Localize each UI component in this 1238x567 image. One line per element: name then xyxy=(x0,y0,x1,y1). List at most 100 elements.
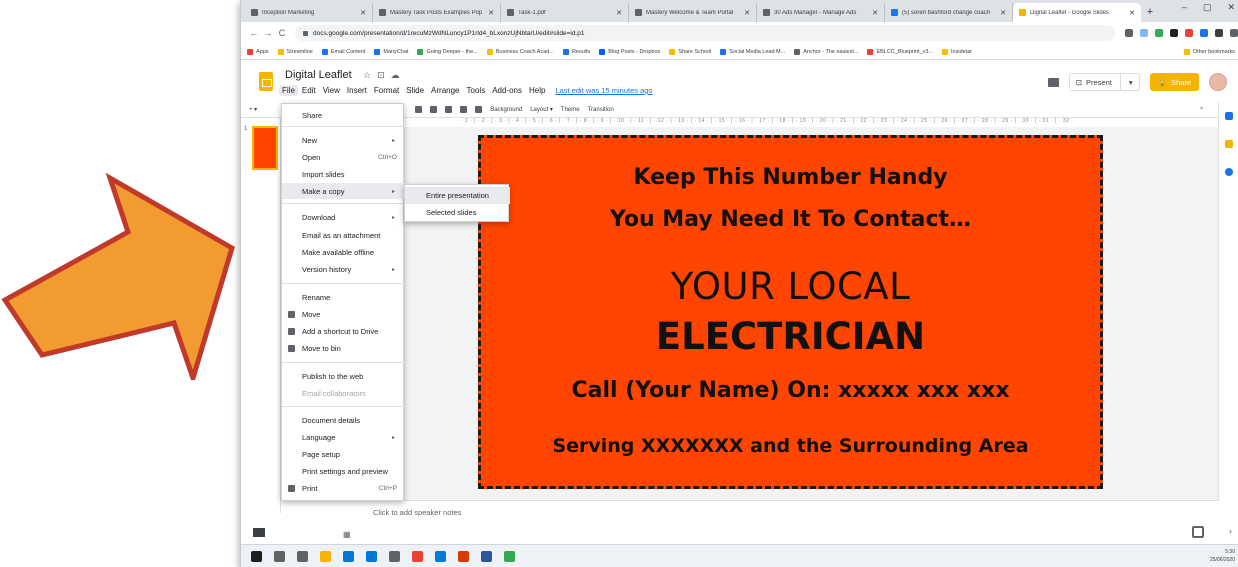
extension-icon[interactable] xyxy=(1140,29,1148,37)
close-window-button[interactable]: ✕ xyxy=(1227,2,1235,13)
tab-close-icon[interactable]: ✕ xyxy=(1000,9,1006,17)
slide-thumbnail[interactable] xyxy=(252,126,278,170)
browser-tab[interactable]: Mastery Welcome & Team Portal ✕ xyxy=(629,3,757,22)
menu-insert[interactable]: Insert xyxy=(344,85,370,96)
menu-item-new[interactable]: New ▸ xyxy=(282,132,405,148)
tab-close-icon[interactable]: ✕ xyxy=(488,9,494,17)
taskbar-app-icon[interactable] xyxy=(481,550,492,562)
taskbar-app-icon[interactable] xyxy=(504,550,515,562)
slide-heading-line1[interactable]: Keep This Number Handy xyxy=(481,165,1100,190)
extension-icon[interactable] xyxy=(1170,29,1178,37)
bookmark-item[interactable]: Social Media Lead M... xyxy=(720,48,785,55)
menu-item-import-slides[interactable]: Import slides xyxy=(282,166,405,182)
menu-item-page-setup[interactable]: Page setup xyxy=(282,446,405,462)
extension-icon[interactable] xyxy=(1155,29,1163,37)
comment-icon[interactable] xyxy=(475,106,483,113)
menu-item-add-shortcut-to-drive[interactable]: Add a shortcut to Drive xyxy=(282,323,405,339)
menu-item-version-history[interactable]: Version history ▸ xyxy=(282,261,405,277)
browser-tab[interactable]: 30 Ads Manager - Manage Ads ✕ xyxy=(757,3,885,22)
tab-close-icon[interactable]: ✕ xyxy=(872,9,878,17)
theme-button[interactable]: Theme xyxy=(561,107,580,113)
tab-close-icon[interactable]: ✕ xyxy=(360,9,366,17)
menu-item-rename[interactable]: Rename xyxy=(282,289,405,305)
present-button[interactable]: ⊡ Present ▾ xyxy=(1068,73,1140,91)
bookmark-item[interactable]: Blog Posts - Dropbox xyxy=(599,48,660,55)
taskbar-app-icon[interactable] xyxy=(343,550,354,562)
slides-logo-icon[interactable] xyxy=(259,72,273,91)
menu-item-email-collaborators[interactable]: Email collaborators xyxy=(282,385,405,401)
menu-arrange[interactable]: Arrange xyxy=(428,85,462,96)
browser-tab[interactable]: Inception Marketing ✕ xyxy=(245,3,373,22)
bookmark-item[interactable]: Business Coach Acad... xyxy=(486,48,554,55)
slide-area-line[interactable]: Serving XXXXXXX and the Surrounding Area xyxy=(481,435,1100,457)
menu-item-email-as-attachment[interactable]: Email as an attachment xyxy=(282,227,405,243)
calendar-icon[interactable] xyxy=(1225,112,1233,120)
restore-button[interactable]: ▢ xyxy=(1203,2,1212,13)
expand-side-panel-icon[interactable]: › xyxy=(1229,526,1232,536)
textbox-icon[interactable] xyxy=(415,106,423,113)
extension-icon[interactable] xyxy=(1185,29,1193,37)
move-folder-icon[interactable]: ⊡ xyxy=(377,70,385,81)
taskbar-app-icon[interactable] xyxy=(320,550,331,562)
menu-item-move-to-bin[interactable]: Move to bin xyxy=(282,340,405,356)
menu-tools[interactable]: Tools xyxy=(464,85,489,96)
bookmark-item[interactable]: Share School xyxy=(669,48,711,55)
bookmark-item[interactable]: Streamline xyxy=(277,48,313,55)
browser-tab[interactable]: Mastery Task Posts Examples Pop ✕ xyxy=(373,3,501,22)
layout-button[interactable]: Layout ▾ xyxy=(530,106,553,113)
browser-tab[interactable]: Task-1.pdf ✕ xyxy=(501,3,629,22)
slide-title-line1[interactable]: YOUR LOCAL xyxy=(481,265,1100,308)
share-button[interactable]: 🔒 Share xyxy=(1149,73,1199,91)
menu-item-download[interactable]: Download ▸ xyxy=(282,209,405,225)
document-title[interactable]: Digital Leaflet xyxy=(285,69,352,81)
tab-close-icon[interactable]: ✕ xyxy=(616,9,622,17)
background-button[interactable]: Background xyxy=(490,107,522,113)
tasks-icon[interactable] xyxy=(1225,168,1233,176)
forward-button[interactable]: → xyxy=(261,28,275,38)
tab-close-icon[interactable]: ✕ xyxy=(1129,9,1135,17)
present-dropdown-icon[interactable]: ▾ xyxy=(1129,78,1133,87)
image-icon[interactable] xyxy=(430,106,438,113)
menu-item-selected-slides[interactable]: Selected slides xyxy=(405,204,510,221)
extension-icon[interactable] xyxy=(1125,29,1133,37)
system-clock[interactable]: 5:30 25/06/2020 xyxy=(1210,548,1235,564)
extension-icon[interactable] xyxy=(1230,29,1238,37)
menu-item-print[interactable]: Print Ctrl+P xyxy=(282,480,405,496)
explore-icon[interactable] xyxy=(1192,526,1204,538)
menu-item-move[interactable]: Move xyxy=(282,306,405,322)
menu-file[interactable]: File xyxy=(279,85,298,96)
new-slide-button[interactable]: + ▾ xyxy=(249,106,257,113)
star-icon[interactable]: ☆ xyxy=(363,70,371,81)
last-edit-link[interactable]: Last edit was 15 minutes ago xyxy=(555,86,652,95)
taskbar-app-icon[interactable] xyxy=(274,550,285,562)
new-tab-button[interactable]: + xyxy=(1141,3,1159,22)
slide-heading-line2[interactable]: You May Need It To Contact… xyxy=(481,207,1100,232)
menu-item-document-details[interactable]: Document details xyxy=(282,412,405,428)
back-button[interactable]: ← xyxy=(247,28,261,38)
bookmark-item[interactable]: Apps xyxy=(247,48,269,55)
url-field[interactable]: docs.google.com/presentation/d/1recuMzWd… xyxy=(295,25,1115,41)
taskbar-app-icon[interactable] xyxy=(458,550,469,562)
shape-icon[interactable] xyxy=(445,106,453,113)
start-button-icon[interactable] xyxy=(251,550,262,562)
bookmark-item[interactable]: Insidetar xyxy=(942,48,972,55)
taskbar-app-icon[interactable] xyxy=(366,550,377,562)
minimize-button[interactable]: – xyxy=(1182,2,1187,13)
slide-phone-line[interactable]: Call (Your Name) On: xxxxx xxx xxx xyxy=(481,378,1100,403)
bookmark-item[interactable]: Anchor - The easiest... xyxy=(794,48,858,55)
menu-edit[interactable]: Edit xyxy=(299,85,319,96)
keep-icon[interactable] xyxy=(1225,140,1233,148)
tab-close-icon[interactable]: ✕ xyxy=(744,9,750,17)
filmstrip-view-icon[interactable] xyxy=(253,528,265,537)
menu-item-publish-to-web[interactable]: Publish to the web xyxy=(282,368,405,384)
menu-item-print-settings-and-preview[interactable]: Print settings and preview xyxy=(282,463,405,479)
line-icon[interactable] xyxy=(460,106,468,113)
taskbar-app-icon[interactable] xyxy=(412,550,423,562)
bookmark-item[interactable]: Results xyxy=(562,48,590,55)
menu-slide[interactable]: Slide xyxy=(403,85,427,96)
bookmark-item[interactable]: ManyChat xyxy=(374,48,408,55)
speaker-notes-field[interactable]: Click to add speaker notes xyxy=(281,500,1219,522)
menu-item-make-available-offline[interactable]: Make available offline xyxy=(282,244,405,260)
reload-button[interactable]: C xyxy=(275,28,289,38)
menu-format[interactable]: Format xyxy=(371,85,402,96)
